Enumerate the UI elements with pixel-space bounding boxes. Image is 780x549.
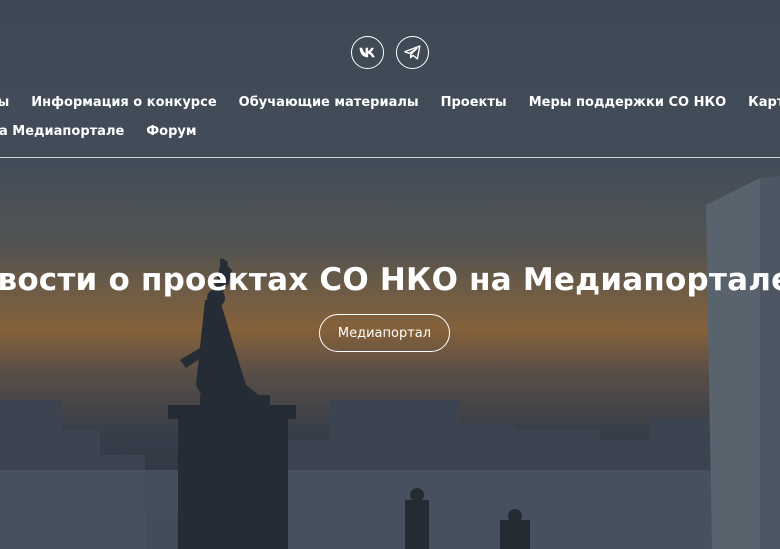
nav-item-partial[interactable]: ты	[0, 88, 9, 117]
social-links	[0, 36, 780, 69]
hero-headline: овости о проектах СО НКО на Медиапортале	[0, 262, 780, 298]
nav-item-map[interactable]: Карта социальных про	[748, 88, 780, 117]
mediaportal-button[interactable]: Медиапортал	[319, 314, 450, 352]
header-divider	[0, 157, 780, 158]
nav-item-projects[interactable]: Проекты	[441, 88, 507, 117]
nav-item-training[interactable]: Обучающие материалы	[239, 88, 419, 117]
nav-row-2: на Медиапортале Форум	[0, 117, 780, 146]
hero-section: ты Информация о конкурсе Обучающие матер…	[0, 0, 780, 549]
nav-item-mediaportal[interactable]: на Медиапортале	[0, 117, 124, 146]
telegram-icon	[404, 45, 421, 60]
nav-row-1: ты Информация о конкурсе Обучающие матер…	[0, 88, 780, 117]
nav-item-contest-info[interactable]: Информация о конкурсе	[31, 88, 216, 117]
nav-item-support[interactable]: Меры поддержки СО НКО	[529, 88, 726, 117]
telegram-button[interactable]	[396, 36, 429, 69]
main-navigation: ты Информация о конкурсе Обучающие матер…	[0, 88, 780, 146]
nav-item-forum[interactable]: Форум	[146, 117, 196, 146]
vk-button[interactable]	[351, 36, 384, 69]
vk-icon	[359, 47, 375, 58]
